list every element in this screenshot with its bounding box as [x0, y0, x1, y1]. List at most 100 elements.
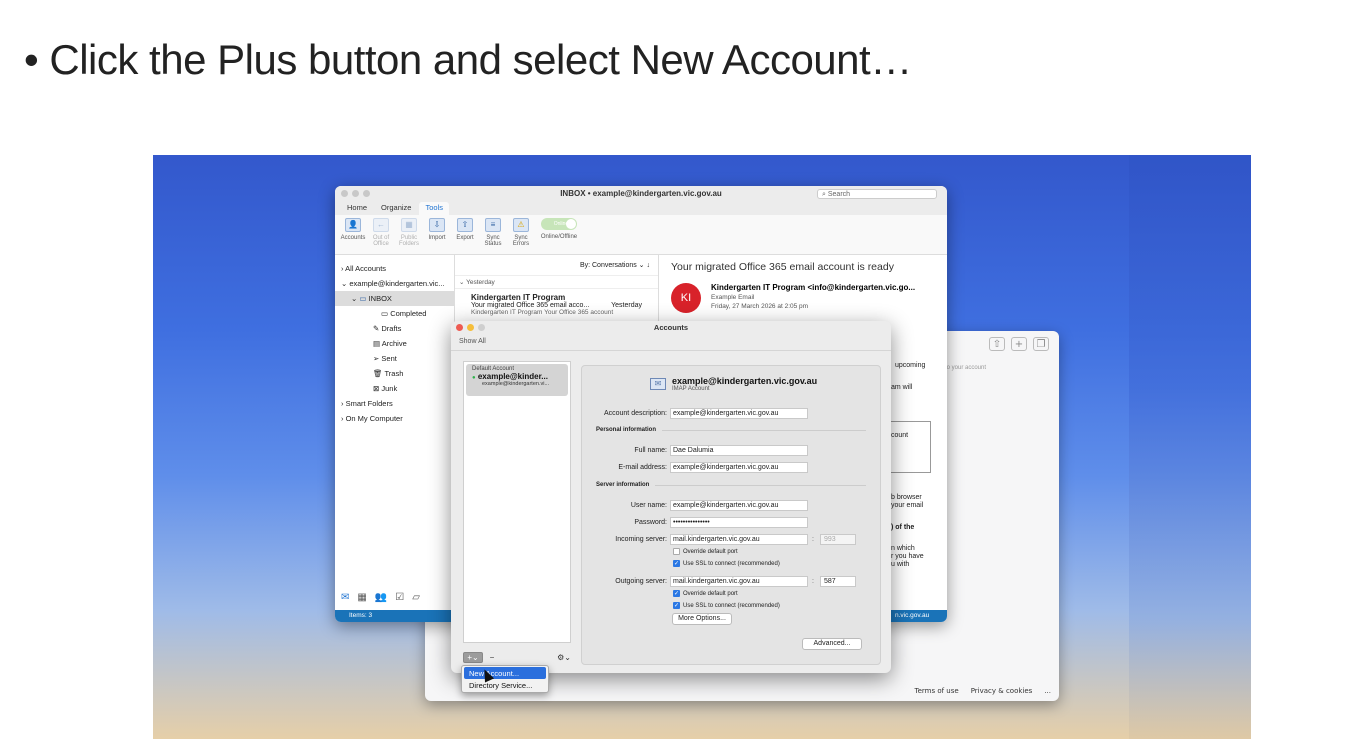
people-icon[interactable]: 👥	[375, 592, 387, 603]
outgoing-port-field[interactable]: 587	[819, 576, 856, 587]
incoming-server-label: Incoming server:	[615, 536, 667, 543]
sidebar-account[interactable]: ⌄ example@kindergarten.vic...	[335, 276, 454, 291]
incoming-port-field[interactable]: 993	[819, 534, 856, 545]
sync-errors-label: Sync Errors	[512, 235, 530, 247]
password-label: Password:	[634, 519, 667, 526]
tabs-icon[interactable]: ❐	[1033, 337, 1049, 351]
reading-date: Friday, 27 March 2026 at 2:05 pm	[711, 303, 809, 310]
group-header[interactable]: ⌄ Yesterday	[455, 276, 658, 289]
inbox-label: INBOX	[368, 294, 392, 303]
add-account-menu: New Account... Directory Service...	[461, 665, 549, 693]
user-name-label: User name:	[630, 502, 667, 509]
tab-tools[interactable]: Tools	[419, 202, 449, 215]
privacy-link[interactable]: Privacy & cookies	[971, 687, 1033, 695]
message-date: Yesterday	[611, 302, 642, 309]
outgoing-server-field[interactable]: mail.kindergarten.vic.gov.au	[670, 576, 808, 587]
sidebar-item-trash[interactable]: 🗑 Trash	[335, 366, 454, 381]
drafts-label: Drafts	[381, 324, 402, 333]
tab-organize[interactable]: Organize	[375, 202, 417, 215]
full-name-field[interactable]: Dae Dalumia	[670, 445, 808, 456]
sync-status-button[interactable]: ≡ Sync Status	[481, 218, 505, 251]
override-outgoing-checkbox[interactable]: ✓ Override default port	[673, 590, 738, 597]
reading-behind-4: b browser your email	[891, 494, 924, 509]
notes-icon[interactable]: ▱	[412, 592, 420, 603]
zoom-light[interactable]	[478, 324, 485, 331]
list-item[interactable]: Kindergarten IT Program Your migrated Of…	[455, 289, 658, 320]
calendar-icon[interactable]: ▦	[357, 592, 366, 603]
reading-behind-7: n.vic.gov.au	[891, 610, 934, 622]
out-of-office-button[interactable]: ← Out of Office	[369, 218, 393, 251]
ssl-incoming-checkbox[interactable]: ✓ Use SSL to connect (recommended)	[673, 560, 780, 567]
outgoing-server-label: Outgoing server:	[615, 578, 667, 585]
sidebar-on-my-computer[interactable]: › On My Computer	[335, 411, 454, 426]
zoom-light[interactable]	[363, 190, 370, 197]
account-header-type: IMAP Account	[672, 386, 710, 392]
export-icon: ⇧	[457, 218, 473, 232]
remove-account-button[interactable]: −	[487, 653, 497, 662]
instruction-part2: button and select	[296, 36, 631, 83]
more-options-button[interactable]: More Options...	[672, 613, 732, 625]
user-name-field[interactable]: example@kindergarten.vic.gov.au	[670, 500, 808, 511]
sidebar-item-archive[interactable]: ▤ Archive	[335, 336, 454, 351]
accounts-icon: 👤	[345, 218, 361, 232]
advanced-button[interactable]: Advanced...	[802, 638, 862, 650]
accounts-titlebar: Accounts	[451, 321, 891, 335]
personal-info-heading: Personal information	[596, 427, 866, 433]
import-icon: ⇩	[429, 218, 445, 232]
sidebar-all-accounts[interactable]: › All Accounts	[335, 261, 454, 276]
email-field[interactable]: example@kindergarten.vic.gov.au	[670, 462, 808, 473]
share-icon[interactable]: ⇧	[989, 337, 1005, 351]
window-title: INBOX • example@kindergarten.vic.gov.au	[560, 189, 722, 198]
sort-control[interactable]: By: Conversations ⌄ ↓	[455, 255, 658, 276]
sidebar-item-inbox[interactable]: ⌄ ▭ INBOX	[335, 291, 454, 306]
sidebar-item-completed[interactable]: ▭ Completed	[335, 306, 454, 321]
incoming-server-field[interactable]: mail.kindergarten.vic.gov.au	[670, 534, 808, 545]
more-icon[interactable]: ...	[1044, 687, 1051, 695]
warning-icon: ⚠	[513, 218, 529, 232]
menu-item-new-account[interactable]: New Account...	[464, 667, 546, 679]
tab-home[interactable]: Home	[341, 202, 373, 215]
password-field[interactable]: •••••••••••••••	[670, 517, 808, 528]
bullet: •	[24, 36, 39, 83]
minimize-light[interactable]	[352, 190, 359, 197]
ssl-outgoing-checkbox[interactable]: ✓ Use SSL to connect (recommended)	[673, 602, 780, 609]
add-account-button[interactable]: +⌄	[463, 651, 483, 663]
account-list-item[interactable]: Default Account ● example@kinder... exam…	[466, 364, 568, 396]
sync-errors-button[interactable]: ⚠ Sync Errors	[509, 218, 533, 251]
public-folders-button[interactable]: ▦ Public Folders	[397, 218, 421, 251]
online-toggle-switch[interactable]: Online	[541, 218, 577, 230]
close-light[interactable]	[341, 190, 348, 197]
show-all-button[interactable]: Show All	[451, 335, 891, 351]
group-label: Yesterday	[466, 279, 495, 286]
sidebar-item-junk[interactable]: ⊠ Junk	[335, 381, 454, 396]
mail-icon[interactable]: ✉	[341, 592, 349, 603]
search-input[interactable]: ⌕ Search	[817, 189, 937, 199]
sidebar-smart-folders[interactable]: › Smart Folders	[335, 396, 454, 411]
message-from: Kindergarten IT Program	[471, 293, 566, 302]
gear-icon[interactable]: ⚙⌄	[557, 653, 571, 662]
new-tab-icon[interactable]: +	[1011, 337, 1027, 351]
out-of-office-icon: ←	[373, 218, 389, 232]
override-incoming-checkbox[interactable]: Override default port	[673, 548, 738, 555]
import-button[interactable]: ⇩ Import	[425, 218, 449, 251]
online-offline-toggle[interactable]: Online Online/Offline	[537, 218, 581, 251]
account-header-email: example@kindergarten.vic.gov.au	[672, 376, 818, 386]
export-button[interactable]: ⇧ Export	[453, 218, 477, 251]
close-light[interactable]	[456, 324, 463, 331]
terms-link[interactable]: Terms of use	[914, 687, 958, 695]
ssl-incoming-label: Use SSL to connect (recommended)	[683, 560, 780, 567]
ribbon-tabs: Home Organize Tools	[335, 202, 947, 215]
reading-behind-1: upcoming	[895, 362, 926, 369]
tasks-icon[interactable]: ☑	[395, 592, 404, 603]
archive-icon: ▤	[373, 339, 381, 348]
description-label: Account description:	[603, 410, 667, 417]
minimize-light[interactable]	[467, 324, 474, 331]
account-list-toolbar: +⌄ − ⚙⌄	[463, 651, 571, 663]
envelope-icon: ✉	[650, 378, 666, 390]
sidebar-item-sent[interactable]: ➢ Sent	[335, 351, 454, 366]
sidebar-item-drafts[interactable]: ✎ Drafts	[335, 321, 454, 336]
menu-item-directory-service[interactable]: Directory Service...	[462, 679, 548, 691]
accounts-button[interactable]: 👤 Accounts	[341, 218, 365, 251]
description-field[interactable]: example@kindergarten.vic.gov.au	[670, 408, 808, 419]
checkbox-checked-icon: ✓	[673, 602, 680, 609]
